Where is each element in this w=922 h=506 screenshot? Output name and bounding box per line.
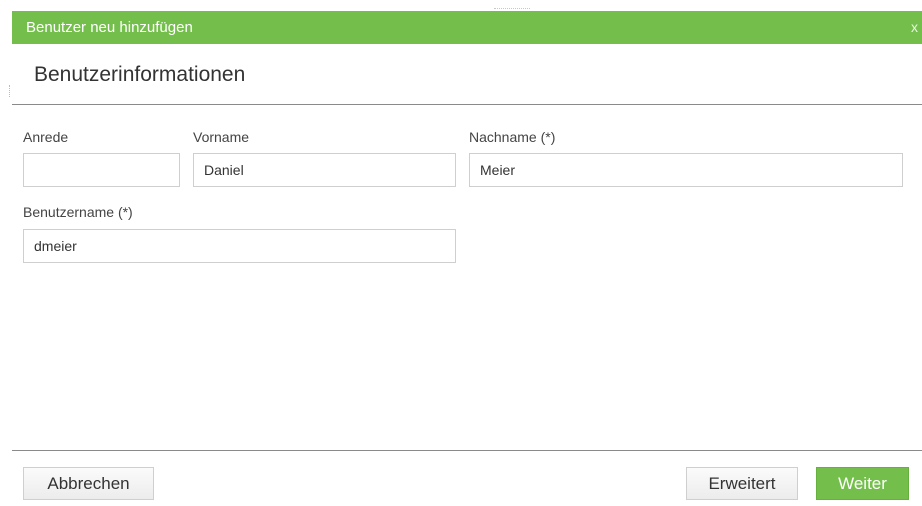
cancel-button[interactable]: Abbrechen [23,467,154,500]
next-button[interactable]: Weiter [816,467,909,500]
footer-divider [12,450,922,451]
first-name-label: Vorname [193,129,250,145]
salutation-field[interactable] [23,153,180,187]
dialog-title: Benutzer neu hinzufügen [26,19,193,36]
last-name-field[interactable] [469,153,903,187]
last-name-label: Nachname (*) [469,129,556,145]
dialog-titlebar[interactable]: Benutzer neu hinzufügen x [12,11,922,44]
section-divider [12,104,922,105]
salutation-label: Anrede [23,129,69,145]
add-user-dialog: Benutzer neu hinzufügen x Benutzerinform… [0,0,922,506]
section-title: Benutzerinformationen [34,63,246,86]
username-field[interactable] [23,229,456,263]
first-name-field[interactable] [193,153,456,187]
advanced-button[interactable]: Erweitert [686,467,798,500]
close-icon[interactable]: x [911,19,918,35]
dialog-edge-marker [9,85,11,97]
username-label: Benutzername (*) [23,204,133,220]
